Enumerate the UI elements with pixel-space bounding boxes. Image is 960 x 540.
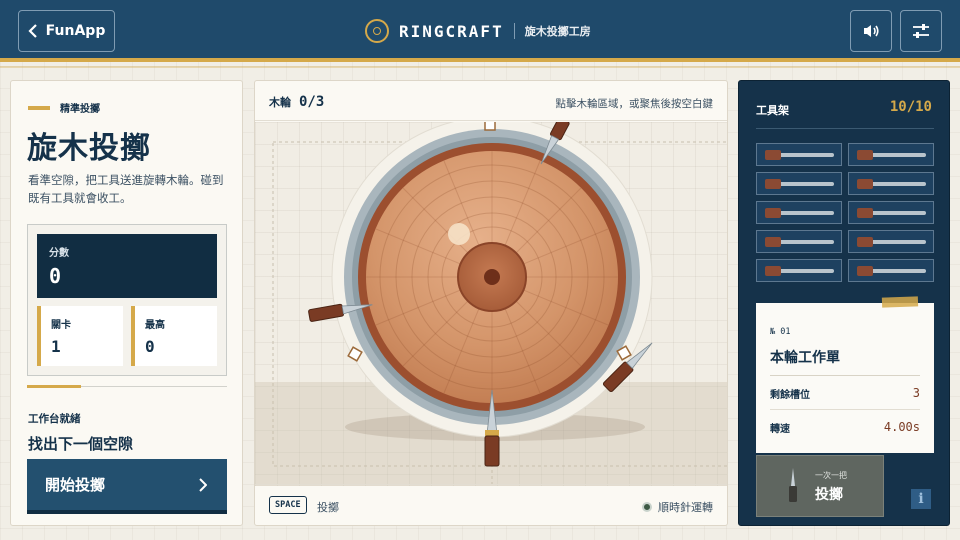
throw-label: 投擲 bbox=[815, 487, 843, 503]
status-hint: 找出下一個空隙 bbox=[28, 435, 134, 453]
tool-handle-icon bbox=[857, 237, 873, 247]
back-button[interactable]: FunApp bbox=[18, 10, 115, 52]
tool-slot bbox=[848, 230, 934, 253]
tool-slot bbox=[756, 201, 842, 224]
ticket-title: 本輪工作單 bbox=[770, 347, 920, 376]
wheel-highlight bbox=[448, 223, 470, 245]
tool-blade-icon bbox=[873, 240, 926, 244]
tool-handle-icon bbox=[765, 266, 781, 276]
tool-blade-icon bbox=[873, 269, 926, 273]
tool-slots bbox=[756, 143, 934, 282]
knife-icon bbox=[789, 468, 797, 502]
game-footer: SPACE 投擲 順時針運轉 bbox=[255, 484, 727, 525]
tool-blade-icon bbox=[873, 153, 926, 157]
brand-subtitle: 旋木投擲工房 bbox=[524, 25, 591, 38]
slot-marker bbox=[484, 122, 496, 131]
work-ticket: № 01 本輪工作單 剩餘槽位 3 轉速 4.00s bbox=[756, 296, 934, 453]
app-header: FunApp RINGCRAFT 旋木投擲工房 bbox=[0, 0, 960, 68]
score-label: 分數 bbox=[49, 248, 69, 259]
tool-blade-icon bbox=[781, 182, 834, 186]
tool-handle-icon bbox=[857, 266, 873, 276]
page-title: 旋木投擲 bbox=[27, 131, 151, 166]
game-description: 看準空隙，把工具送進旋轉木輪。碰到既有工具就會收工。 bbox=[28, 173, 224, 205]
tool-slot bbox=[848, 259, 934, 282]
tool-handle-icon bbox=[765, 150, 781, 160]
tool-blade-icon bbox=[873, 211, 926, 215]
sound-button[interactable] bbox=[850, 10, 892, 52]
speed-row: 轉速 4.00s bbox=[770, 420, 920, 435]
remaining-value: 3 bbox=[912, 386, 920, 400]
speed-value: 4.00s bbox=[883, 420, 920, 434]
level-card: 關卡 1 bbox=[37, 306, 123, 366]
info-button[interactable]: i bbox=[911, 489, 931, 509]
wheel-graphic[interactable] bbox=[255, 122, 728, 486]
tool-rack-panel: 工具架 10/10 № 01 本輪工作單 剩餘槽位 3 轉速 4.00s 一次一… bbox=[738, 80, 950, 526]
tool-slot bbox=[848, 172, 934, 195]
space-key-hint: SPACE bbox=[269, 496, 307, 514]
best-label: 最高 bbox=[145, 320, 165, 331]
divider bbox=[27, 385, 227, 388]
tool-slot bbox=[848, 201, 934, 224]
best-card: 最高 0 bbox=[131, 306, 217, 366]
remaining-slots-row: 剩餘槽位 3 bbox=[770, 386, 920, 410]
brand-name: RINGCRAFT bbox=[399, 21, 504, 41]
tool-handle-icon bbox=[765, 179, 781, 189]
rotation-dot-icon bbox=[642, 502, 652, 512]
tool-blade-icon bbox=[873, 182, 926, 186]
score-value: 0 bbox=[49, 264, 62, 288]
tool-handle-icon bbox=[857, 150, 873, 160]
rotation-indicator: 順時針運轉 bbox=[642, 499, 713, 515]
status-label: 工作台就緒 bbox=[28, 413, 81, 425]
ticket-number: № 01 bbox=[770, 327, 791, 337]
wheel-label: 木輪 bbox=[269, 96, 291, 109]
tool-slot bbox=[848, 143, 934, 166]
brand-separator bbox=[513, 23, 515, 39]
key-action: 投擲 bbox=[317, 501, 339, 514]
game-panel: 木輪 0/3 點擊木輪區域，或聚焦後按空白鍵 SPACE 投擲 順時針運轉 bbox=[254, 80, 728, 526]
rack-count: 10/10 bbox=[889, 99, 932, 115]
tool-blade-icon bbox=[781, 211, 834, 215]
start-label: 開始投擲 bbox=[45, 476, 106, 494]
tool-handle-icon bbox=[765, 208, 781, 218]
tool-slot bbox=[756, 230, 842, 253]
speaker-icon bbox=[864, 25, 879, 37]
control-hint: 點擊木輪區域，或聚焦後按空白鍵 bbox=[555, 98, 714, 110]
scoreboard: 分數 0 關卡 1 最高 0 bbox=[27, 224, 227, 376]
wheel-progress: 0/3 bbox=[299, 94, 325, 110]
level-value: 1 bbox=[51, 337, 61, 356]
info-panel: 精準投擲 旋木投擲 看準空隙，把工具送進旋轉木輪。碰到既有工具就會收工。 分數 … bbox=[10, 80, 243, 526]
chevron-right-icon bbox=[199, 477, 207, 492]
brand: RINGCRAFT 旋木投擲工房 bbox=[365, 18, 591, 44]
rack-title: 工具架 bbox=[756, 104, 789, 117]
rack-divider bbox=[756, 128, 934, 129]
ring-logo-icon bbox=[365, 19, 389, 43]
game-toolbar: 木輪 0/3 點擊木輪區域，或聚焦後按空白鍵 bbox=[255, 81, 727, 121]
settings-button[interactable] bbox=[900, 10, 942, 52]
remaining-label: 剩餘槽位 bbox=[770, 390, 810, 401]
throw-button[interactable]: 一次一把 投擲 bbox=[756, 455, 884, 517]
tool-handle-icon bbox=[857, 208, 873, 218]
tool-blade-icon bbox=[781, 153, 834, 157]
panel-eyebrow: 精準投擲 bbox=[28, 100, 100, 115]
speed-label: 轉速 bbox=[770, 424, 790, 435]
tool-blade-icon bbox=[781, 269, 834, 273]
tool-handle-icon bbox=[765, 237, 781, 247]
sliders-icon bbox=[913, 24, 929, 38]
tool-slot bbox=[756, 259, 842, 282]
chevron-left-icon bbox=[28, 24, 37, 38]
start-button[interactable]: 開始投擲 bbox=[27, 459, 227, 514]
wheel-counter: 木輪 0/3 bbox=[269, 94, 324, 110]
wheel-stage[interactable] bbox=[255, 122, 728, 486]
tool-handle-icon bbox=[857, 179, 873, 189]
best-value: 0 bbox=[145, 337, 155, 356]
level-label: 關卡 bbox=[51, 320, 71, 331]
back-label: FunApp bbox=[45, 23, 106, 39]
throw-sub-label: 一次一把 bbox=[815, 471, 847, 480]
score-card: 分數 0 bbox=[37, 234, 217, 298]
rotation-label: 順時針運轉 bbox=[658, 501, 713, 514]
tool-slot bbox=[756, 172, 842, 195]
tool-slot bbox=[756, 143, 842, 166]
tool-blade-icon bbox=[781, 240, 834, 244]
tape bbox=[881, 296, 919, 308]
